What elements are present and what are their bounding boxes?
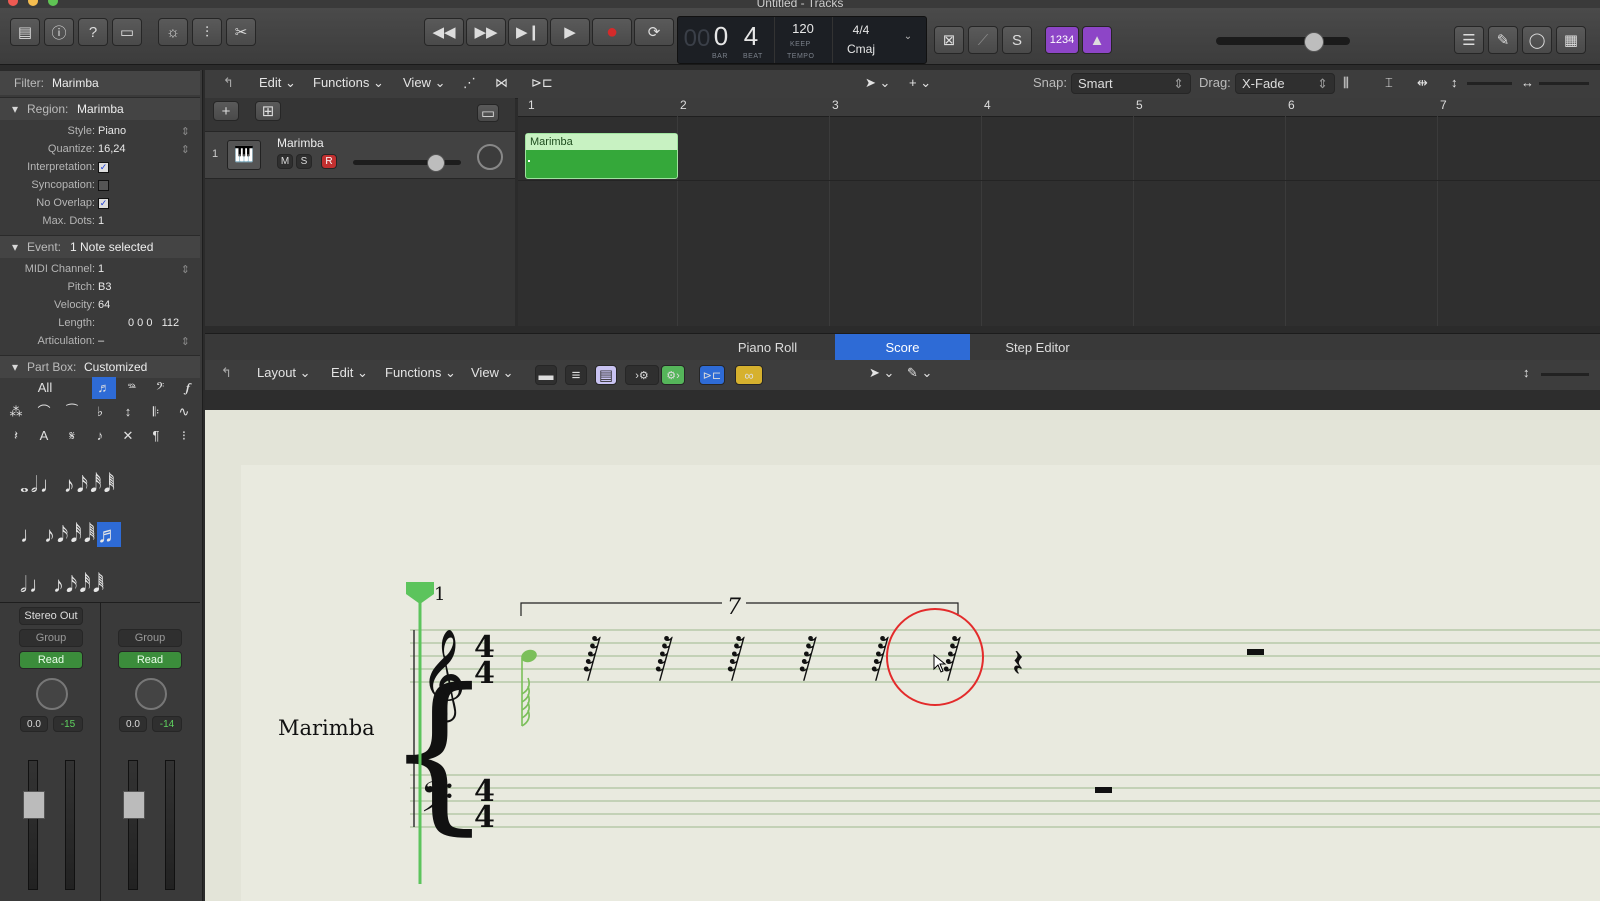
quarter-rest: 𝄽 xyxy=(1012,641,1024,685)
sixty-fourth-rest: 𝅂 xyxy=(583,636,601,682)
treble-time-sig-bottom: 4 xyxy=(474,656,495,691)
score-notation: { 𝄞 𝄢 4 4 4 4 Marimba 1 7 𝅂 𝅂 𝅂 𝅂 𝅂 𝅂 𝄽 xyxy=(278,582,1600,884)
bass-clef-icon: 𝄢 xyxy=(420,773,453,833)
sixty-fourth-rest: 𝅂 xyxy=(655,636,673,682)
sixty-fourth-rest: 𝅂 xyxy=(799,636,817,682)
bar-number: 1 xyxy=(434,584,445,605)
bass-time-sig-bottom: 4 xyxy=(474,800,495,835)
bass-staff xyxy=(410,774,1600,828)
half-rest xyxy=(1247,649,1264,655)
bass-half-rest xyxy=(1095,787,1112,793)
treble-clef-icon: 𝄞 xyxy=(420,629,466,723)
sixty-fourth-rest: 𝅂 xyxy=(727,636,745,682)
instrument-name: Marimba xyxy=(278,716,375,740)
tuplet-number: 7 xyxy=(727,595,741,620)
playhead-handle[interactable] xyxy=(406,582,434,604)
selected-note[interactable] xyxy=(519,648,538,727)
sixty-fourth-rest: 𝅂 xyxy=(943,636,961,682)
